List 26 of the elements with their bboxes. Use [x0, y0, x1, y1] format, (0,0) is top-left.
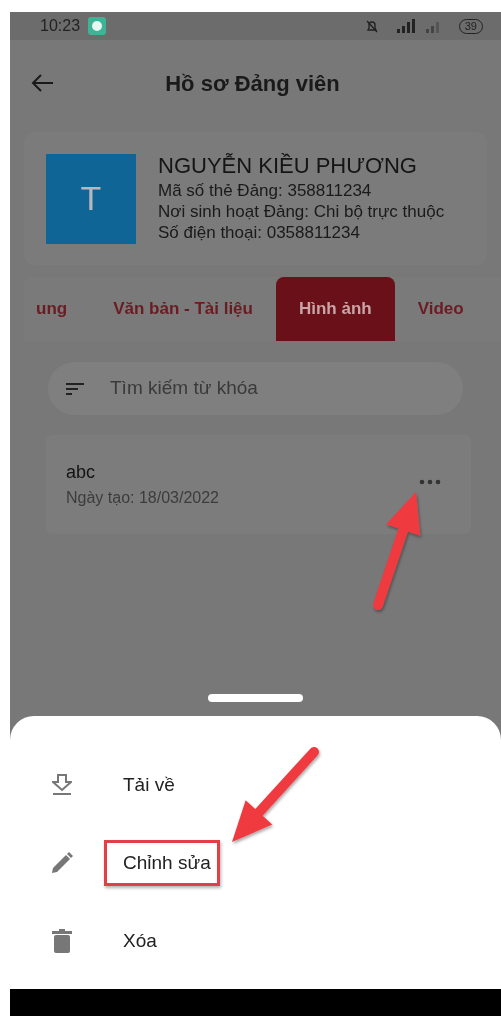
menu-item[interactable]: Tải về	[104, 761, 184, 809]
pencil-icon	[51, 852, 73, 874]
item-date: Ngày tạo: 18/03/2022	[66, 488, 220, 508]
member-name: NGUYỄN KIỀU PHƯƠNG	[158, 153, 418, 180]
profile-detail: Số điện thoại: 0358811234	[158, 222, 361, 244]
status-time: 10:23	[40, 16, 81, 36]
tab[interactable]: Hình ảnh	[275, 277, 395, 341]
search-bar[interactable]: Tìm kiếm từ khóa	[48, 362, 463, 415]
filter-icon[interactable]	[66, 381, 84, 396]
profile-detail: Nơi sinh hoạt Đảng: Chi bộ trực thuộc	[158, 201, 445, 223]
signal-icon	[394, 19, 417, 33]
more-options-icon[interactable]	[419, 478, 441, 485]
screen-title: Hồ sơ Đảng viên	[164, 69, 341, 98]
item-title: abc	[66, 461, 97, 484]
search-field[interactable]: Tìm kiếm từ khóa	[108, 373, 445, 404]
menu-item[interactable]: Chỉnh sửa	[104, 839, 220, 887]
profile-detail: Mã số thẻ Đảng: 358811234	[158, 179, 373, 202]
back-arrow-icon[interactable]	[30, 73, 54, 93]
menu-item[interactable]: Xóa	[104, 917, 166, 965]
bell-muted-icon	[364, 19, 379, 33]
sheet-handle[interactable]	[208, 694, 303, 702]
trash-icon	[52, 929, 72, 953]
image-list-item[interactable]: abc Ngày tạo: 18/03/2022	[46, 435, 471, 534]
download-icon	[52, 774, 72, 796]
chat-app-icon	[88, 17, 107, 35]
avatar: T	[46, 153, 136, 244]
